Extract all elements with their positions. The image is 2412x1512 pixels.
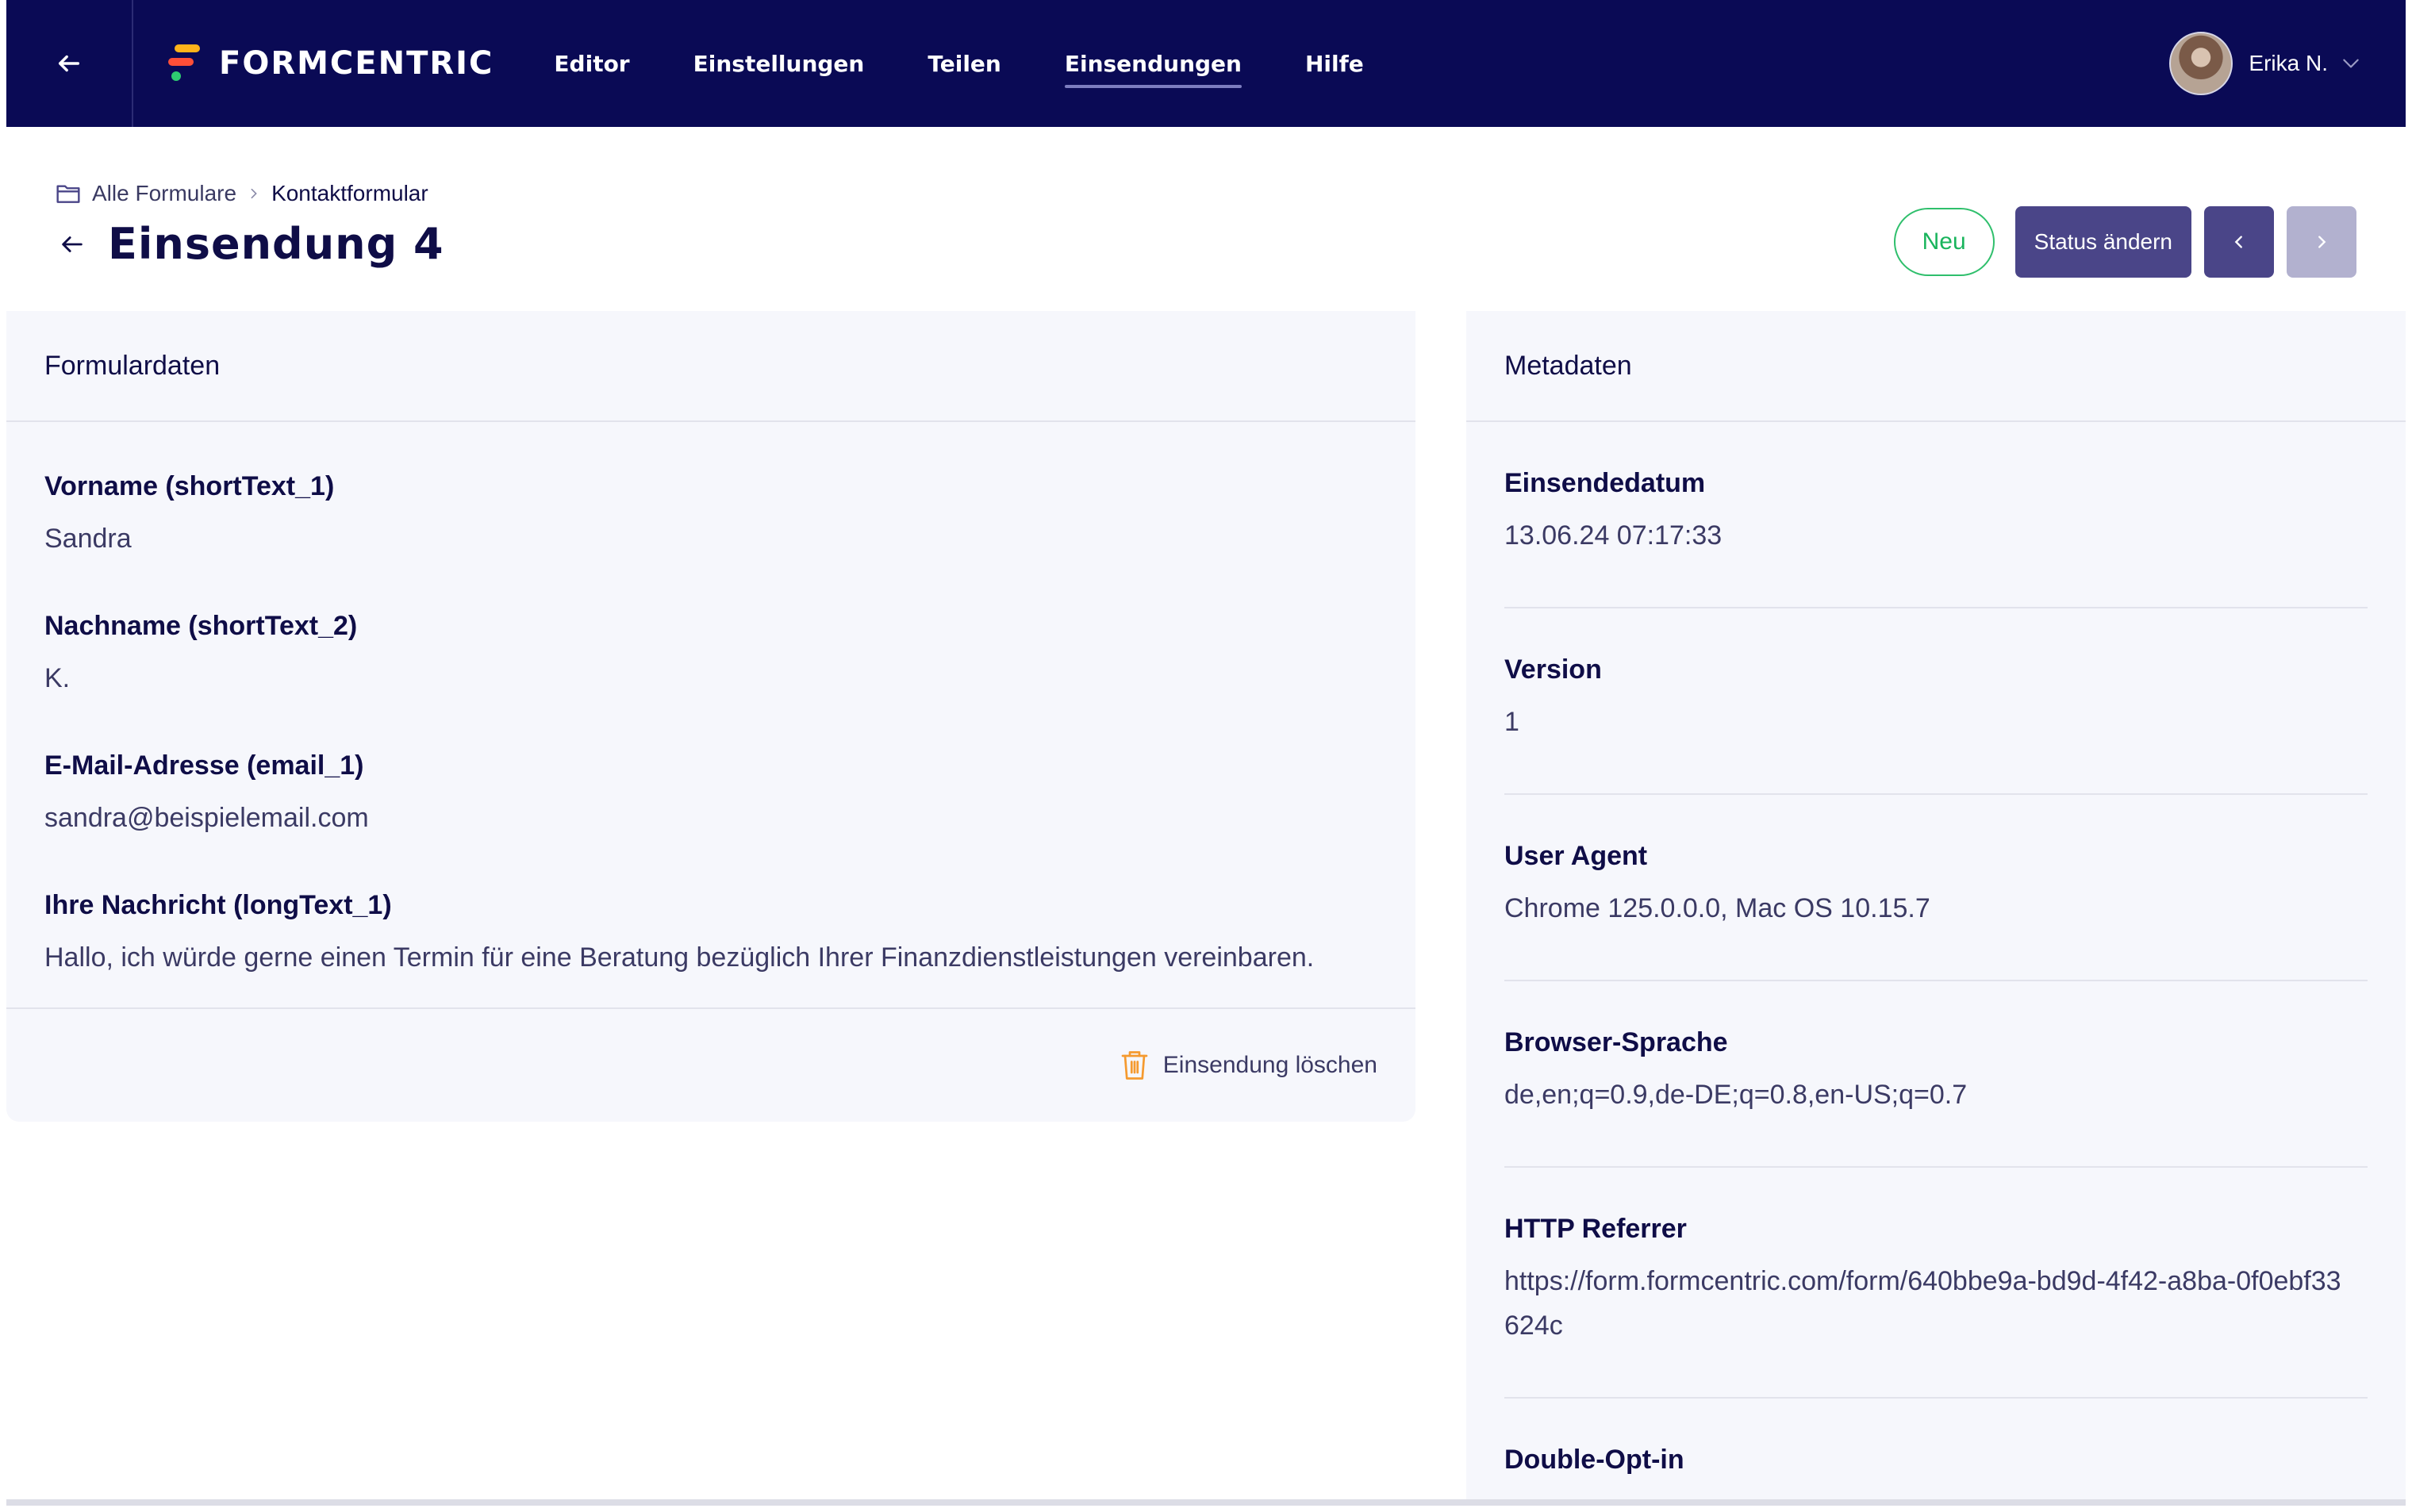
nav-editor[interactable]: Editor <box>554 44 629 83</box>
window-bottom-edge <box>6 1499 2406 1506</box>
main-nav: Editor Einstellungen Teilen Einsendungen… <box>554 44 1427 88</box>
trash-icon <box>1121 1051 1148 1080</box>
form-data-header: Formulardaten <box>6 311 1415 422</box>
field-value: sandra@beispielemail.com <box>44 803 369 833</box>
metadata-row: Double-Opt-in <box>1504 1399 2368 1512</box>
submission-actions: Neu Status ändern <box>1893 206 2356 278</box>
field-value: K. <box>44 663 71 693</box>
chevron-left-icon <box>2234 236 2242 248</box>
metadata-row: User Agent Chrome 125.0.0.0, Mac OS 10.1… <box>1504 795 2368 981</box>
back-button[interactable] <box>6 0 133 127</box>
top-navigation-bar: FORMCENTRIC Editor Einstellungen Teilen … <box>6 0 2406 127</box>
form-data-fields: Vorname (shortText_1) Sandra Nachname (s… <box>6 422 1415 1030</box>
form-field: Vorname (shortText_1) Sandra <box>6 471 1415 611</box>
nav-hilfe[interactable]: Hilfe <box>1305 44 1364 83</box>
metadata-fields: Einsendedatum 13.06.24 07:17:33 Version … <box>1466 422 2406 1512</box>
nav-einstellungen[interactable]: Einstellungen <box>693 44 865 83</box>
brand-name: FORMCENTRIC <box>219 45 494 82</box>
page-title: Einsendung 4 <box>108 219 444 269</box>
nav-einsendungen[interactable]: Einsendungen <box>1064 44 1242 88</box>
delete-submission-label: Einsendung löschen <box>1162 1052 1377 1078</box>
metadata-panel: Metadaten Einsendedatum 13.06.24 07:17:3… <box>1466 311 2406 1501</box>
field-label: Version <box>1504 654 1602 685</box>
field-value: https://form.formcentric.com/form/640bbe… <box>1504 1266 2341 1341</box>
nav-teilen[interactable]: Teilen <box>928 44 1001 83</box>
field-label: HTTP Referrer <box>1504 1214 1687 1244</box>
user-menu[interactable]: Erika N. <box>2169 32 2361 95</box>
change-status-button[interactable]: Status ändern <box>2014 206 2191 278</box>
metadata-row: Browser-Sprache de,en;q=0.9,de-DE;q=0.8,… <box>1504 981 2368 1168</box>
metadata-row: Einsendedatum 13.06.24 07:17:33 <box>1504 422 2368 608</box>
field-label: Ihre Nachricht (longText_1) <box>44 890 392 920</box>
field-label: Vorname (shortText_1) <box>44 471 335 501</box>
status-badge: Neu <box>1893 208 1995 276</box>
page-title-row: Einsendung 4 <box>59 219 444 269</box>
field-label: User Agent <box>1504 841 1648 871</box>
field-value: Sandra <box>44 524 132 554</box>
field-label: Double-Opt-in <box>1504 1445 1684 1475</box>
brand-logo[interactable]: FORMCENTRIC <box>168 44 494 83</box>
form-field: Nachname (shortText_2) K. <box>6 611 1415 750</box>
chevron-right-icon <box>251 188 257 199</box>
field-label: Nachname (shortText_2) <box>44 611 358 641</box>
field-value: 1 <box>1504 707 1519 737</box>
form-data-footer: Einsendung löschen <box>6 1007 1415 1122</box>
breadcrumb-current[interactable]: Kontaktformular <box>271 181 428 206</box>
field-label: Browser-Sprache <box>1504 1027 1728 1057</box>
avatar <box>2169 32 2233 95</box>
field-value: Chrome 125.0.0.0, Mac OS 10.15.7 <box>1504 893 1930 923</box>
form-data-panel: Formulardaten Vorname (shortText_1) Sand… <box>6 311 1415 1122</box>
field-label: E-Mail-Adresse (email_1) <box>44 750 364 781</box>
next-submission-button[interactable] <box>2287 206 2356 278</box>
folder-icon <box>56 185 80 203</box>
field-value: de,en;q=0.9,de-DE;q=0.8,en-US;q=0.7 <box>1504 1080 1968 1110</box>
field-label: Einsendedatum <box>1504 468 1706 498</box>
metadata-header: Metadaten <box>1466 311 2406 422</box>
previous-submission-button[interactable] <box>2204 206 2274 278</box>
user-name: Erika N. <box>2249 51 2328 75</box>
delete-submission-button[interactable]: Einsendung löschen <box>1120 1050 1377 1081</box>
formcentric-logo-icon <box>168 44 200 83</box>
chevron-right-icon <box>2318 236 2326 248</box>
breadcrumb-root-link[interactable]: Alle Formulare <box>92 181 236 206</box>
field-value: 13.06.24 07:17:33 <box>1504 520 1723 551</box>
chevron-down-icon <box>2343 59 2359 68</box>
metadata-row: Version 1 <box>1504 608 2368 795</box>
metadata-row: HTTP Referrer https://form.formcentric.c… <box>1504 1168 2368 1399</box>
form-field: E-Mail-Adresse (email_1) sandra@beispiel… <box>6 750 1415 890</box>
arrow-left-icon <box>58 55 80 72</box>
breadcrumb: Alle Formulare Kontaktformular <box>56 181 428 206</box>
field-value: Hallo, ich würde gerne einen Termin für … <box>44 942 1315 973</box>
arrow-left-icon[interactable] <box>59 231 86 258</box>
